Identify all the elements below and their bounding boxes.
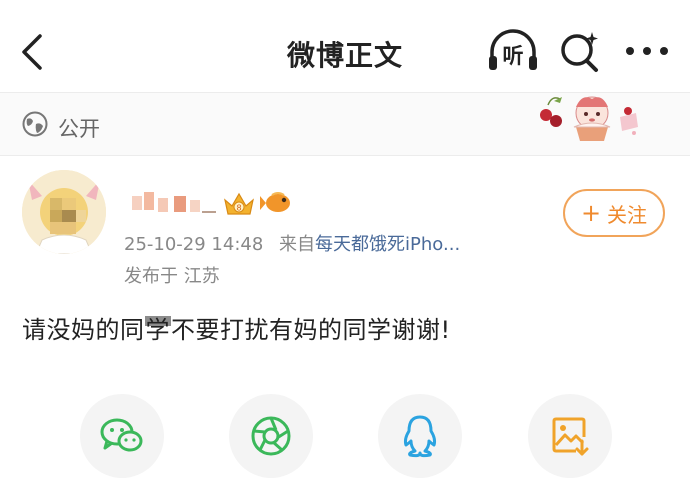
qq-icon	[403, 415, 437, 458]
follow-button[interactable]: + 关注	[563, 189, 665, 237]
vip-crown-badge-icon[interactable]: 8	[222, 188, 256, 218]
share-moments-button[interactable]	[229, 394, 313, 478]
avatar[interactable]	[22, 170, 106, 254]
share-qq-button[interactable]	[378, 394, 462, 478]
more-dots-icon[interactable]	[624, 44, 670, 58]
post-text-start: 请没妈的同	[22, 316, 145, 344]
obscured-character: 学	[144, 316, 171, 344]
post-text-end: 不要打扰有妈的同学谢谢!	[171, 316, 451, 344]
search-sparkle-icon[interactable]	[558, 28, 602, 74]
globe-icon	[22, 111, 48, 137]
svg-text:8: 8	[236, 204, 241, 213]
post-location: 发布于 江苏	[124, 266, 220, 287]
visibility-row: 公开	[0, 93, 690, 155]
visibility-divider	[0, 155, 690, 156]
visibility-label: 公开	[58, 117, 100, 141]
follow-label: 关注	[607, 202, 648, 227]
share-wechat-button[interactable]	[80, 394, 164, 478]
plus-icon: +	[580, 199, 602, 227]
save-image-icon	[552, 417, 589, 456]
save-image-button[interactable]	[528, 394, 612, 478]
post-meta: 25-10-29 14:48 来自每天都饿死iPho...	[124, 230, 460, 256]
cherry-cupcake-sticker-icon	[540, 96, 638, 141]
post-body: 请没妈的同学不要打扰有妈的同学谢谢!	[22, 310, 451, 345]
wechat-icon	[100, 418, 143, 452]
top-nav-bar: 微博正文 听	[0, 0, 690, 92]
source-link[interactable]: 每天都饿死iPho...	[315, 234, 460, 255]
avatar-image	[22, 170, 106, 254]
post-timestamp: 25-10-29 14:48	[124, 234, 264, 255]
author-name-pixelated[interactable]	[128, 190, 218, 218]
source-prefix: 来自	[279, 234, 316, 255]
fish-badge-icon[interactable]	[258, 188, 294, 218]
listen-label: 听	[502, 44, 524, 68]
moments-icon	[251, 416, 291, 456]
